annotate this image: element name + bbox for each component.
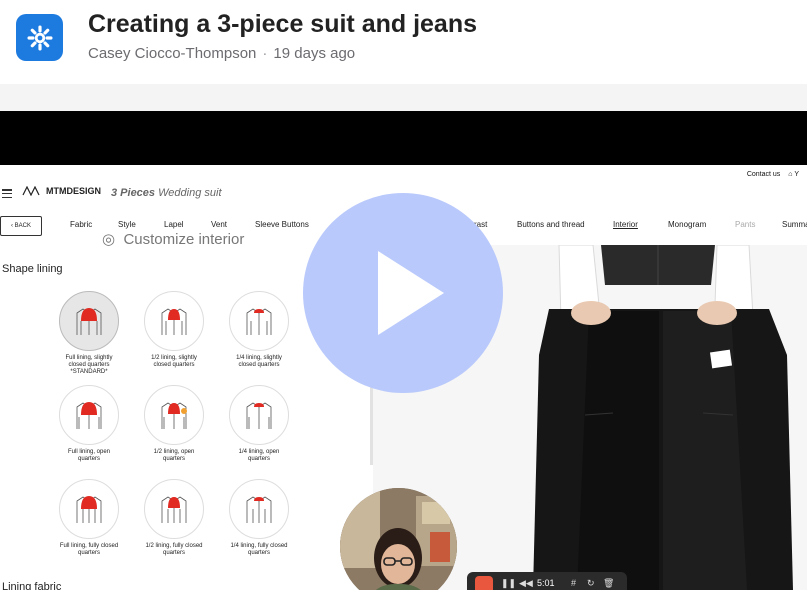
shape-lining-label: Shape lining — [2, 263, 63, 275]
option-label-line1: Full lining, slightly — [65, 355, 113, 361]
video-title: Creating a 3-piece suit and jeans — [88, 10, 478, 38]
lining-option-label: 1/2 lining, slightly closed quarters — [131, 355, 217, 369]
back-label: BACK — [14, 223, 31, 229]
nav-style: Style — [118, 220, 136, 229]
option-label-line1: 1/2 lining, slightly — [151, 355, 197, 361]
lining-option-label: 1/2 lining, open quarters — [131, 449, 217, 463]
jacket-lining-icon — [246, 308, 272, 335]
lining-option-quarter-fully-closed — [229, 479, 289, 539]
nav-monogram: Monogram — [668, 220, 707, 229]
suit-name: Wedding suit — [158, 187, 222, 199]
elapsed-time: 5:01 — [537, 578, 555, 588]
lining-option-full-open — [59, 385, 119, 445]
lining-option-label: 1/4 lining, fully closed quarters — [216, 543, 302, 557]
option-label-line1: 1/2 lining, open — [153, 449, 195, 455]
video-player[interactable]: Contact us ⌂ Y MTMDESIGN 3 Pieces Wedding… — [0, 111, 807, 590]
hamburger-icon — [2, 189, 12, 198]
option-label-line1: 1/4 lining, slightly — [236, 355, 282, 361]
snowflake-gear-icon — [27, 25, 52, 50]
grid-icon[interactable]: # — [571, 578, 576, 588]
lining-option-label: 1/4 lining, open quarters — [216, 449, 302, 463]
lining-fabric-label: Lining fabric — [2, 581, 62, 590]
lining-option-half-open — [144, 385, 204, 445]
jacket-lining-icon — [161, 496, 187, 523]
option-label-line3: *STANDARD* — [70, 369, 108, 375]
option-label-line2: quarters — [77, 456, 100, 462]
pause-icon[interactable]: ❚❚ — [501, 578, 516, 589]
option-label-line2: quarters — [162, 456, 185, 462]
nav-summary: Summa — [782, 220, 807, 229]
option-label-line2: closed quarters — [68, 362, 110, 368]
mtm-logo-icon — [22, 186, 40, 196]
back-button: ‹ BACK — [0, 216, 42, 236]
customize-heading-text: Customize interior — [123, 231, 245, 248]
nav-sleeve-buttons: Sleeve Buttons — [255, 220, 309, 229]
nav-fabric: Fabric — [70, 220, 93, 229]
jacket-lining-icon — [246, 402, 272, 429]
jacket-lining-icon — [161, 402, 187, 429]
lining-option-half-slightly-closed — [144, 291, 204, 351]
option-label-line2: closed quarters — [238, 362, 280, 368]
option-label-line1: Full lining, open — [67, 449, 111, 455]
option-label-line2: quarters — [247, 456, 270, 462]
lining-option-label: Full lining, fully closed quarters — [46, 543, 132, 557]
lining-option-full-slightly-closed — [59, 291, 119, 351]
play-icon — [378, 251, 444, 335]
customize-heading: ◎ Customize interior — [102, 230, 244, 248]
home-icon: ⌂ Y — [788, 171, 799, 178]
restart-icon[interactable]: ↻ — [587, 578, 595, 589]
rewind-icon[interactable]: ◀◀ — [519, 578, 533, 589]
lining-option-label: Full lining, slightly closed quarters *STA… — [46, 355, 132, 376]
video-meta: Casey Ciocco-Thompson · 19 days ago — [88, 45, 355, 62]
option-label-line2: quarters — [162, 550, 185, 556]
option-label-line1: 1/4 lining, fully closed — [230, 543, 288, 549]
suit-title: 3 Pieces Wedding suit — [111, 187, 222, 199]
lining-option-label: Full lining, open quarters — [46, 449, 132, 463]
trash-icon[interactable]: 🗑 — [603, 578, 614, 589]
jacket-lining-icon — [246, 496, 272, 523]
customize-icon: ◎ — [102, 231, 116, 248]
meta-separator: · — [262, 45, 268, 62]
nav-interior: Interior — [613, 220, 638, 229]
video-header: Creating a 3-piece suit and jeans Casey … — [0, 0, 807, 84]
nav-vent: Vent — [211, 220, 228, 229]
play-button[interactable] — [303, 193, 503, 393]
loom-video-page: Creating a 3-piece suit and jeans Casey … — [0, 0, 807, 590]
jacket-lining-icon — [76, 496, 102, 523]
site-brand-name: MTMDESIGN — [46, 186, 101, 196]
contact-link: Contact us — [746, 171, 781, 178]
lining-option-half-fully-closed — [144, 479, 204, 539]
lining-option-quarter-open — [229, 385, 289, 445]
lining-option-label: 1/2 lining, fully closed quarters — [131, 543, 217, 557]
site-top-links: Contact us ⌂ Y — [747, 171, 807, 178]
suit-count: 3 Pieces — [111, 187, 156, 199]
recording-controls: ❚❚ ◀◀ 5:01 # ↻ 🗑 — [467, 572, 627, 590]
option-label-line2: quarters — [247, 550, 270, 556]
nav-buttons-thread: Buttons and thread — [517, 220, 585, 229]
app-logo[interactable] — [16, 14, 63, 61]
nav-lapel: Lapel — [164, 220, 184, 229]
jacket-lining-icon — [76, 308, 102, 335]
stop-icon[interactable] — [475, 576, 493, 590]
lining-option-quarter-slightly-closed — [229, 291, 289, 351]
jacket-lining-icon — [76, 402, 102, 429]
author-name[interactable]: Casey Ciocco-Thompson — [88, 45, 256, 62]
option-label-line2: quarters — [77, 550, 100, 556]
option-label-line1: Full lining, fully closed — [59, 543, 119, 549]
option-label-line1: 1/2 lining, fully closed — [145, 543, 203, 549]
nav-pants: Pants — [735, 220, 756, 229]
site-logo: MTMDESIGN — [22, 186, 101, 196]
lining-option-full-fully-closed — [59, 479, 119, 539]
upload-age: 19 days ago — [273, 45, 356, 62]
lining-option-label: 1/4 lining, slightly closed quarters — [216, 355, 302, 369]
jacket-lining-icon — [161, 308, 187, 335]
option-label-line1: 1/4 lining, open — [238, 449, 280, 455]
option-label-line2: closed quarters — [153, 362, 195, 368]
